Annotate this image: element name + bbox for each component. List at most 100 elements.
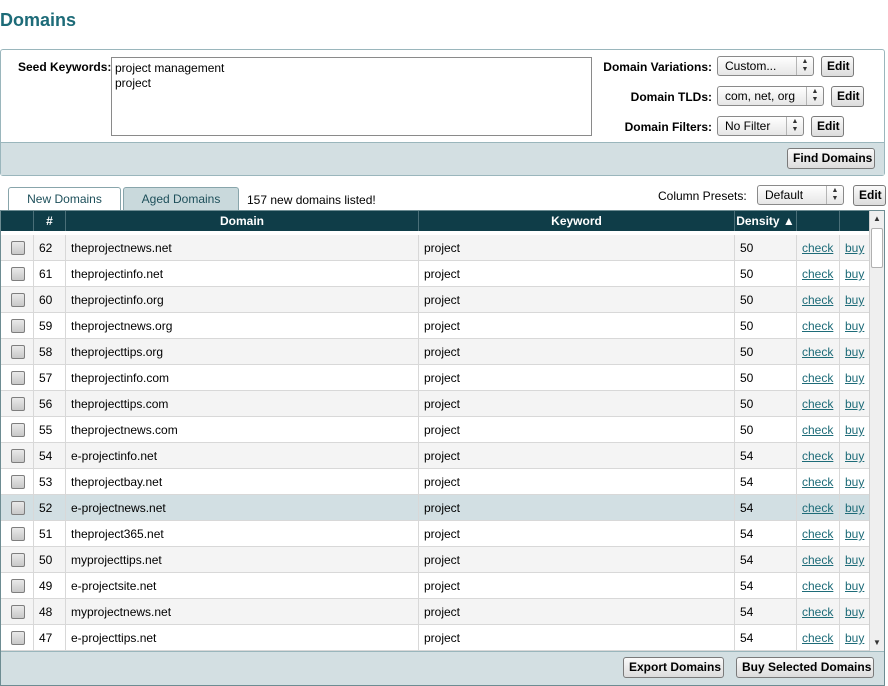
header-keyword[interactable]: Keyword (419, 211, 735, 231)
check-link[interactable]: check (802, 267, 833, 281)
row-check-cell: check (797, 443, 840, 469)
find-domains-button[interactable]: Find Domains (787, 148, 875, 169)
row-checkbox[interactable] (11, 449, 25, 463)
row-select-cell (1, 365, 34, 391)
edit-presets-button[interactable]: Edit (853, 185, 886, 206)
seed-keywords-textarea[interactable]: project management project (111, 57, 592, 136)
domain-tlds-select[interactable]: com, net, org ▲ ▼ (717, 86, 824, 106)
check-link[interactable]: check (802, 345, 833, 359)
check-link[interactable]: check (802, 605, 833, 619)
row-checkbox[interactable] (11, 345, 25, 359)
buy-link[interactable]: buy (845, 371, 864, 385)
row-checkbox[interactable] (11, 267, 25, 281)
vertical-scrollbar[interactable]: ▲ ▼ (869, 211, 884, 651)
domain-variations-select[interactable]: Custom... ▲ ▼ (717, 56, 814, 76)
table-row[interactable]: 53 theprojectbay.net project 54 check buy (1, 469, 870, 495)
header-density[interactable]: Density ▲ (735, 211, 797, 231)
row-keyword: project (419, 339, 735, 365)
listed-count-text: 157 new domains listed! (247, 193, 376, 207)
buy-link[interactable]: buy (845, 579, 864, 593)
buy-link[interactable]: buy (845, 501, 864, 515)
row-check-cell: check (797, 495, 840, 521)
row-checkbox[interactable] (11, 397, 25, 411)
table-row[interactable]: 48 myprojectnews.net project 54 check buy (1, 599, 870, 625)
table-row[interactable]: 62 theprojectnews.net project 50 check buy (1, 235, 870, 261)
buy-link[interactable]: buy (845, 631, 864, 645)
buy-link[interactable]: buy (845, 553, 864, 567)
row-checkbox[interactable] (11, 527, 25, 541)
row-density: 54 (735, 573, 797, 599)
check-link[interactable]: check (802, 553, 833, 567)
check-link[interactable]: check (802, 475, 833, 489)
table-row[interactable]: 51 theproject365.net project 54 check buy (1, 521, 870, 547)
row-checkbox[interactable] (11, 423, 25, 437)
table-row[interactable]: 59 theprojectnews.org project 50 check buy (1, 313, 870, 339)
check-link[interactable]: check (802, 449, 833, 463)
buy-link[interactable]: buy (845, 267, 864, 281)
buy-selected-domains-button[interactable]: Buy Selected Domains (736, 657, 874, 678)
buy-link[interactable]: buy (845, 319, 864, 333)
check-link[interactable]: check (802, 501, 833, 515)
table-row[interactable]: 58 theprojecttips.org project 50 check buy (1, 339, 870, 365)
scrollbar-thumb[interactable] (871, 228, 883, 268)
check-link[interactable]: check (802, 527, 833, 541)
row-density: 54 (735, 495, 797, 521)
buy-link[interactable]: buy (845, 423, 864, 437)
table-row[interactable]: 52 e-projectnews.net project 54 check buy (1, 495, 870, 521)
table-row[interactable]: 57 theprojectinfo.com project 50 check buy (1, 365, 870, 391)
table-row[interactable]: 54 e-projectinfo.net project 54 check buy (1, 443, 870, 469)
check-link[interactable]: check (802, 319, 833, 333)
row-checkbox[interactable] (11, 605, 25, 619)
row-checkbox[interactable] (11, 631, 25, 645)
table-row[interactable]: 61 theprojectinfo.net project 50 check buy (1, 261, 870, 287)
header-number[interactable]: # (34, 211, 66, 231)
buy-link[interactable]: buy (845, 449, 864, 463)
header-domain[interactable]: Domain (66, 211, 419, 231)
check-link[interactable]: check (802, 579, 833, 593)
tab-aged-domains[interactable]: Aged Domains (123, 187, 239, 210)
edit-filters-button[interactable]: Edit (811, 116, 844, 137)
check-link[interactable]: check (802, 397, 833, 411)
row-checkbox[interactable] (11, 475, 25, 489)
table-row[interactable]: 60 theprojectinfo.org project 50 check buy (1, 287, 870, 313)
buy-link[interactable]: buy (845, 293, 864, 307)
row-checkbox[interactable] (11, 319, 25, 333)
row-checkbox[interactable] (11, 293, 25, 307)
row-checkbox[interactable] (11, 241, 25, 255)
table-row[interactable]: 55 theprojectnews.com project 50 check buy (1, 417, 870, 443)
header-buy (840, 211, 870, 231)
export-domains-button[interactable]: Export Domains (623, 657, 724, 678)
row-checkbox[interactable] (11, 579, 25, 593)
table-row[interactable]: 50 myprojecttips.net project 54 check buy (1, 547, 870, 573)
check-link[interactable]: check (802, 631, 833, 645)
column-presets-select[interactable]: Default ▲ ▼ (757, 185, 844, 205)
buy-link[interactable]: buy (845, 605, 864, 619)
buy-link[interactable]: buy (845, 397, 864, 411)
domain-filters-select[interactable]: No Filter ▲ ▼ (717, 116, 804, 136)
scroll-up-arrow-icon[interactable]: ▲ (870, 211, 884, 227)
check-link[interactable]: check (802, 241, 833, 255)
row-keyword: project (419, 417, 735, 443)
tab-new-domains[interactable]: New Domains (8, 187, 121, 210)
edit-tlds-button[interactable]: Edit (831, 86, 864, 107)
table-row[interactable]: 47 e-projecttips.net project 54 check buy (1, 625, 870, 651)
buy-link[interactable]: buy (845, 345, 864, 359)
row-number: 51 (34, 521, 66, 547)
check-link[interactable]: check (802, 423, 833, 437)
check-link[interactable]: check (802, 293, 833, 307)
row-checkbox[interactable] (11, 501, 25, 515)
row-checkbox[interactable] (11, 553, 25, 567)
buy-link[interactable]: buy (845, 475, 864, 489)
buy-link[interactable]: buy (845, 241, 864, 255)
row-keyword: project (419, 287, 735, 313)
row-buy-cell: buy (840, 417, 870, 443)
scroll-down-arrow-icon[interactable]: ▼ (870, 635, 884, 651)
check-link[interactable]: check (802, 371, 833, 385)
row-checkbox[interactable] (11, 371, 25, 385)
edit-variations-button[interactable]: Edit (821, 56, 854, 77)
row-density: 54 (735, 443, 797, 469)
row-buy-cell: buy (840, 495, 870, 521)
table-row[interactable]: 56 theprojecttips.com project 50 check buy (1, 391, 870, 417)
buy-link[interactable]: buy (845, 527, 864, 541)
table-row[interactable]: 49 e-projectsite.net project 54 check buy (1, 573, 870, 599)
